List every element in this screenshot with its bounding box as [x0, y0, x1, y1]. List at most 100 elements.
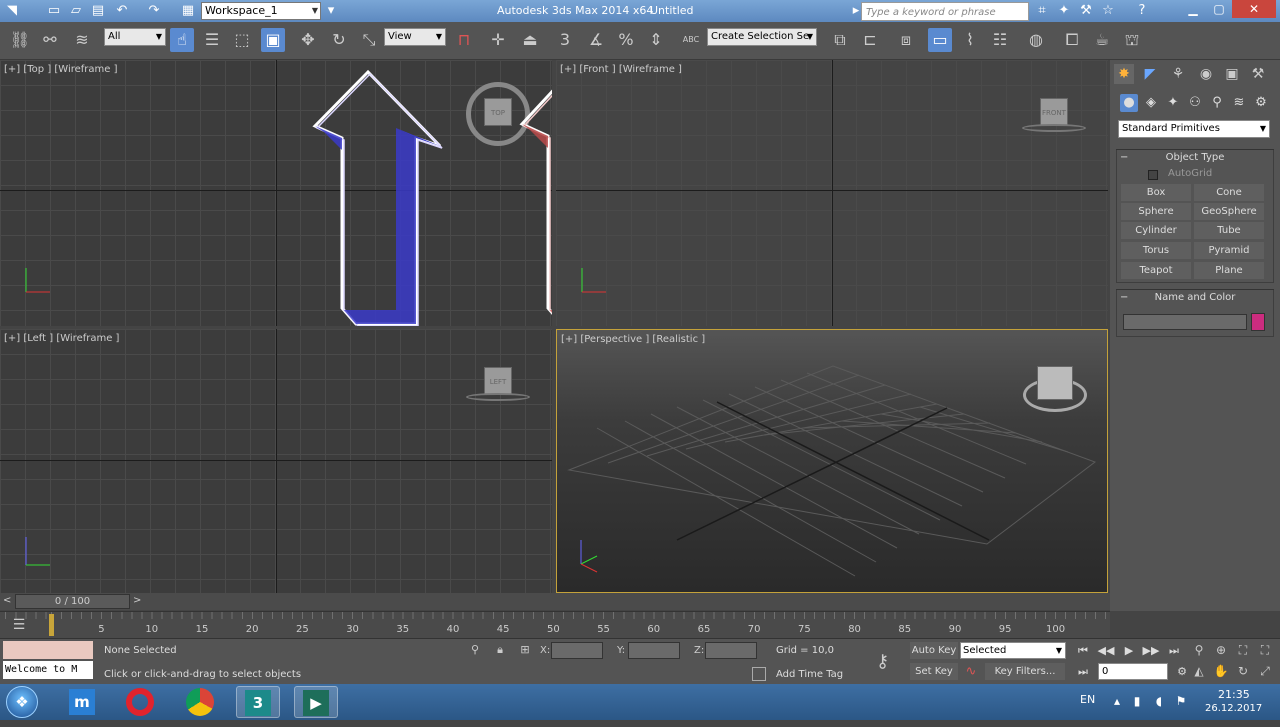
teapot-button[interactable]: Teapot: [1121, 262, 1191, 279]
blue-arrow-shape[interactable]: [300, 60, 460, 326]
object-color-swatch[interactable]: [1251, 313, 1265, 331]
current-frame-field[interactable]: 0: [1098, 663, 1168, 680]
select-and-rotate-icon[interactable]: ↻: [327, 28, 351, 52]
tray-expand-icon[interactable]: ▴: [1110, 694, 1124, 708]
clock-date[interactable]: 26.12.2017: [1205, 703, 1262, 714]
viewcube[interactable]: FRONT: [1040, 98, 1068, 126]
binoculars-icon[interactable]: ⌗: [1034, 3, 1050, 19]
selection-filter-dropdown[interactable]: All ▼: [104, 28, 166, 46]
geosphere-button[interactable]: GeoSphere: [1194, 203, 1264, 220]
set-keys-key-icon[interactable]: ⚷: [876, 651, 889, 672]
zoom-extents-icon[interactable]: ⛶: [1234, 642, 1252, 659]
object-type-rollout-header[interactable]: − Object Type: [1116, 149, 1274, 165]
new-file-icon[interactable]: ▭: [46, 3, 62, 19]
unlink-selection-icon[interactable]: ⚯: [38, 28, 62, 52]
viewport-front[interactable]: [+] [Front ] [Wireframe ] FRONT: [556, 60, 1108, 326]
play-icon[interactable]: ▶: [1119, 642, 1139, 659]
spinner-snap-icon[interactable]: ⇕: [644, 28, 668, 52]
help-icon[interactable]: ?: [1134, 3, 1150, 19]
modify-tab-icon[interactable]: ◤: [1140, 64, 1160, 84]
render-production-icon[interactable]: ⛫: [1120, 28, 1144, 52]
utilities-tab-icon[interactable]: ⚒: [1248, 64, 1268, 84]
maximize-icon[interactable]: ▢: [1206, 0, 1232, 18]
mirror-icon[interactable]: ⧉: [828, 28, 852, 52]
mini-curve-editor-icon[interactable]: ☰: [8, 617, 30, 633]
plane-button[interactable]: Plane: [1194, 262, 1264, 279]
time-configuration-icon[interactable]: ⚙: [1172, 663, 1192, 680]
viewcube[interactable]: TOP: [484, 98, 512, 126]
edit-named-selection-icon[interactable]: ABC: [679, 28, 703, 52]
viewcube-ring[interactable]: [1022, 124, 1086, 132]
keyword-search-input[interactable]: Type a keyword or phrase: [861, 2, 1029, 21]
graphite-ribbon-icon[interactable]: ▭: [928, 28, 952, 52]
shapes-icon[interactable]: ◈: [1142, 94, 1160, 112]
next-key-icon[interactable]: ▶▶: [1141, 642, 1161, 659]
welcome-text[interactable]: Welcome to M: [3, 661, 93, 679]
select-object-icon[interactable]: ☝: [170, 28, 194, 52]
select-and-link-icon[interactable]: ⛓: [8, 28, 32, 52]
angle-snap-icon[interactable]: ∡: [584, 28, 608, 52]
project-folder-icon[interactable]: ▦: [180, 3, 196, 19]
auto-key-button[interactable]: Auto Key: [910, 642, 958, 659]
name-color-rollout-header[interactable]: − Name and Color: [1116, 289, 1274, 305]
field-of-view-icon[interactable]: ◭: [1190, 663, 1208, 680]
select-and-move-icon[interactable]: ✥: [296, 28, 320, 52]
geometry-icon[interactable]: ●: [1120, 94, 1138, 112]
object-name-input[interactable]: [1123, 314, 1247, 330]
communication-icon[interactable]: ⚒: [1078, 3, 1094, 19]
previous-frame-icon[interactable]: <: [3, 595, 11, 606]
start-button[interactable]: ❖: [6, 686, 38, 718]
snaps-toggle-icon[interactable]: 3: [553, 28, 577, 52]
display-tab-icon[interactable]: ▣: [1222, 64, 1242, 84]
zoom-extents-all-icon[interactable]: ⛶: [1256, 642, 1274, 659]
go-to-start-icon[interactable]: ⏮: [1073, 642, 1093, 659]
systems-icon[interactable]: ⚙: [1252, 94, 1270, 112]
orbit-icon[interactable]: ↻: [1234, 663, 1252, 680]
bind-to-space-warp-icon[interactable]: ≋: [70, 28, 94, 52]
tube-button[interactable]: Tube: [1194, 222, 1264, 239]
curve-editor-icon[interactable]: ⌇: [958, 28, 982, 52]
percent-snap-icon[interactable]: %: [614, 28, 638, 52]
box-button[interactable]: Box: [1121, 184, 1191, 201]
time-slider-thumb[interactable]: 0 / 100: [15, 594, 130, 609]
window-crossing-icon[interactable]: ▣: [261, 28, 285, 52]
select-by-name-icon[interactable]: ☰: [200, 28, 224, 52]
workspace-dropdown[interactable]: Workspace_1 ▼: [201, 2, 321, 20]
autogrid-checkbox[interactable]: [1148, 170, 1158, 180]
pan-view-icon[interactable]: ✋: [1212, 663, 1230, 680]
key-mode-toggle-icon[interactable]: ⏭: [1073, 663, 1093, 680]
taskbar-opera-icon[interactable]: [118, 686, 162, 718]
hierarchy-tab-icon[interactable]: ⚘: [1168, 64, 1188, 84]
rectangular-selection-icon[interactable]: ⬚: [230, 28, 254, 52]
minimize-icon[interactable]: ▁: [1180, 0, 1206, 18]
taskbar-store-icon[interactable]: m: [60, 686, 104, 718]
previous-key-icon[interactable]: ◀◀: [1096, 642, 1116, 659]
key-mode-curve-icon[interactable]: ∿: [962, 663, 980, 680]
time-slider[interactable]: < 0 / 100 >: [0, 593, 1110, 610]
clock-time[interactable]: 21:35: [1218, 688, 1250, 701]
redo-icon[interactable]: ↷: [146, 3, 162, 19]
selection-set-dropdown[interactable]: Selected ▼: [960, 642, 1066, 659]
tray-flag-icon[interactable]: ⚑: [1174, 694, 1188, 708]
maxscript-listener-mini[interactable]: [3, 641, 93, 659]
input-language[interactable]: EN: [1080, 693, 1095, 706]
viewport-left-label[interactable]: [+] [Left ] [Wireframe ]: [4, 333, 119, 344]
app-menu-icon[interactable]: ◥: [4, 3, 20, 19]
save-file-icon[interactable]: ▤: [90, 3, 106, 19]
viewcube[interactable]: [1037, 366, 1073, 400]
taskbar-chrome-icon[interactable]: [178, 686, 222, 718]
maximize-viewport-icon[interactable]: ⤢: [1256, 663, 1274, 680]
primitive-type-dropdown[interactable]: Standard Primitives ▼: [1118, 120, 1270, 138]
zoom-all-icon[interactable]: ⊕: [1212, 642, 1230, 659]
y-coord-field[interactable]: [628, 642, 680, 659]
favorites-star-icon[interactable]: ☆: [1100, 3, 1116, 19]
track-bar[interactable]: ☰ 05101520253035404550556065707580859095…: [0, 611, 1110, 638]
absolute-mode-icon[interactable]: ⊞: [518, 643, 532, 657]
add-time-tag-button[interactable]: Add Time Tag: [776, 669, 843, 680]
viewport-perspective[interactable]: [+] [Perspective ] [Realistic ]: [556, 329, 1108, 593]
key-filters-button[interactable]: Key Filters...: [985, 663, 1065, 680]
open-file-icon[interactable]: ▱: [68, 3, 84, 19]
render-setup-icon[interactable]: ⧠: [1060, 28, 1084, 52]
viewport-front-label[interactable]: [+] [Front ] [Wireframe ]: [560, 64, 682, 75]
select-manipulate-icon[interactable]: ✛: [486, 28, 510, 52]
